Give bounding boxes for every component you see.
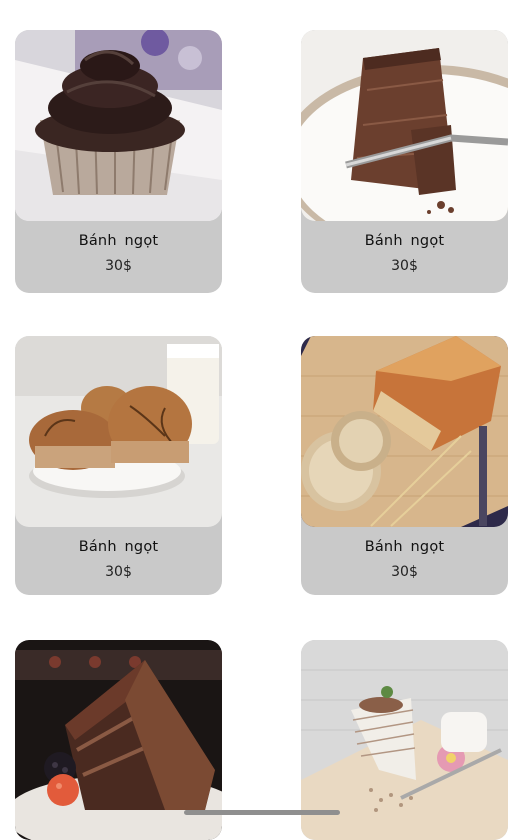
product-name: Bánh ngọt <box>78 233 159 249</box>
home-indicator[interactable] <box>184 810 340 815</box>
product-price: 30$ <box>391 258 418 274</box>
product-info: Bánh ngọt 30$ <box>301 527 508 595</box>
product-grid: Bánh ngọt 30$ Bánh ngọt 30$ Bánh ngọt 30… <box>0 0 524 840</box>
product-info: Bánh ngọt 30$ <box>15 527 222 595</box>
product-card[interactable]: Bánh ngọt 30$ <box>15 30 222 293</box>
product-name: Bánh ngọt <box>364 233 445 249</box>
product-image-muffins <box>15 336 222 527</box>
product-image-bread-loaf <box>301 336 508 527</box>
product-card[interactable]: Bánh ngọt 30$ <box>15 336 222 595</box>
product-name: Bánh ngọt <box>364 539 445 555</box>
product-card[interactable]: Bánh ngọt 30$ <box>301 30 508 293</box>
product-card[interactable]: Bánh ngọt 30$ <box>301 336 508 595</box>
product-image-chocolate-cupcake <box>15 30 222 221</box>
product-name: Bánh ngọt <box>78 539 159 555</box>
product-info: Bánh ngọt 30$ <box>15 221 222 293</box>
product-price: 30$ <box>391 564 418 580</box>
product-image-chocolate-cake-slice <box>301 30 508 221</box>
product-price: 30$ <box>105 564 132 580</box>
product-price: 30$ <box>105 258 132 274</box>
product-info: Bánh ngọt 30$ <box>301 221 508 293</box>
